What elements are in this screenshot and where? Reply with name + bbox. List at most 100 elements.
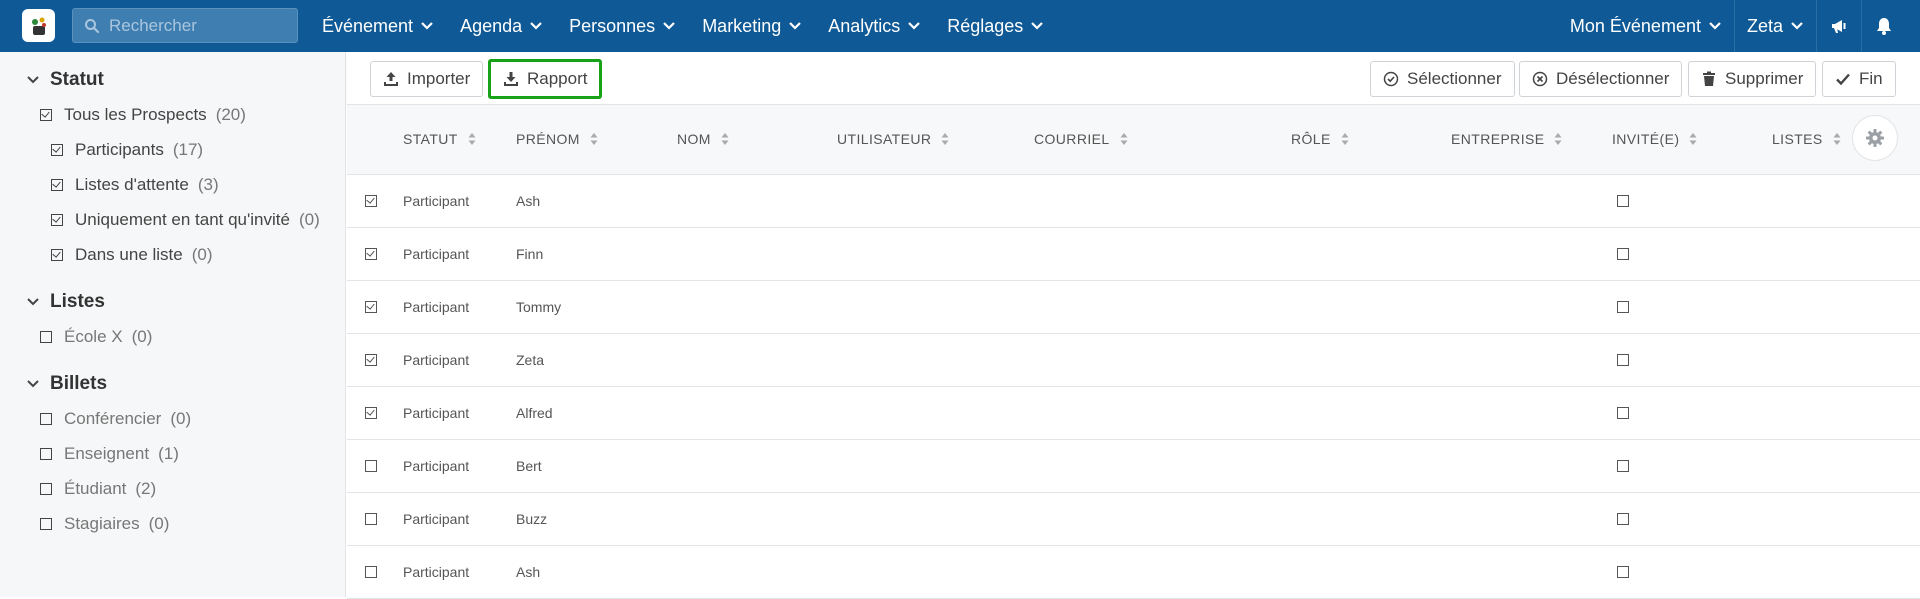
nav-agenda[interactable]: Agenda bbox=[460, 16, 543, 37]
column-label: STATUT bbox=[403, 131, 458, 147]
section-listes[interactable]: Listes bbox=[26, 291, 105, 313]
filter-uniquement-invite[interactable]: Uniquement en tant qu'invité (0) bbox=[51, 210, 320, 230]
delete-button-label: Supprimer bbox=[1725, 69, 1804, 88]
invite-checkbox[interactable] bbox=[1617, 460, 1629, 472]
filter-listes-attente[interactable]: Listes d'attente (3) bbox=[51, 175, 219, 195]
deselect-button-label: Désélectionner bbox=[1556, 69, 1670, 88]
divider bbox=[1861, 0, 1862, 52]
filter-conferencier[interactable]: Conférencier (0) bbox=[40, 409, 191, 429]
invite-checkbox[interactable] bbox=[1617, 407, 1629, 419]
table-row[interactable]: Participant Ash bbox=[347, 175, 1920, 228]
column-header-utilisateur[interactable]: UTILISATEUR bbox=[837, 131, 949, 147]
filter-stagiaires[interactable]: Stagiaires (0) bbox=[40, 514, 169, 534]
x-circle-icon bbox=[1532, 71, 1548, 87]
bell-icon[interactable] bbox=[1874, 16, 1894, 36]
checkbox[interactable] bbox=[40, 109, 52, 121]
row-select-checkbox[interactable] bbox=[365, 195, 377, 207]
invite-checkbox[interactable] bbox=[1617, 566, 1629, 578]
select-button[interactable]: Sélectionner bbox=[1370, 61, 1515, 97]
checkbox[interactable] bbox=[40, 448, 52, 460]
filter-dans-une-liste[interactable]: Dans une liste (0) bbox=[51, 245, 213, 265]
checkbox[interactable] bbox=[40, 483, 52, 495]
row-select-checkbox[interactable] bbox=[365, 354, 377, 366]
search-input[interactable] bbox=[109, 15, 289, 36]
section-statut[interactable]: Statut bbox=[26, 69, 104, 91]
cell-statut: Participant bbox=[403, 564, 470, 580]
column-header-invite[interactable]: INVITÉ(E) bbox=[1612, 131, 1697, 147]
sort-icon bbox=[1689, 133, 1697, 145]
column-header-listes[interactable]: LISTES bbox=[1772, 131, 1841, 147]
filter-tous-les-prospects[interactable]: Tous les Prospects (20) bbox=[40, 105, 246, 125]
nav-marketing[interactable]: Marketing bbox=[702, 16, 802, 37]
section-billets-title: Billets bbox=[50, 373, 108, 394]
app-logo[interactable] bbox=[22, 9, 55, 42]
nav-reglages[interactable]: Réglages bbox=[947, 16, 1044, 37]
row-select-checkbox[interactable] bbox=[365, 301, 377, 313]
table-row[interactable]: Participant Finn bbox=[347, 228, 1920, 281]
column-header-entreprise[interactable]: ENTREPRISE bbox=[1451, 131, 1562, 147]
deselect-button[interactable]: Désélectionner bbox=[1519, 61, 1683, 97]
import-button[interactable]: Importer bbox=[370, 61, 484, 97]
chevron-down-icon bbox=[27, 298, 39, 306]
cell-prenom: Finn bbox=[516, 246, 544, 262]
row-select-checkbox[interactable] bbox=[365, 248, 377, 260]
filter-participants[interactable]: Participants (17) bbox=[51, 140, 203, 160]
invite-checkbox[interactable] bbox=[1617, 354, 1629, 366]
filter-enseignent[interactable]: Enseignent (1) bbox=[40, 444, 179, 464]
search-box[interactable] bbox=[72, 8, 298, 43]
user-menu[interactable]: Zeta bbox=[1747, 16, 1804, 37]
divider bbox=[1816, 0, 1817, 52]
filter-count: (1) bbox=[158, 444, 179, 463]
megaphone-icon[interactable] bbox=[1829, 16, 1849, 36]
invite-checkbox[interactable] bbox=[1617, 195, 1629, 207]
cell-statut: Participant bbox=[403, 458, 470, 474]
filter-label: Tous les Prospects bbox=[64, 105, 207, 124]
row-select-checkbox[interactable] bbox=[365, 513, 377, 525]
section-billets[interactable]: Billets bbox=[26, 373, 107, 395]
cell-prenom: Ash bbox=[516, 564, 541, 580]
filter-count: (2) bbox=[135, 479, 157, 498]
row-select-checkbox[interactable] bbox=[365, 407, 377, 419]
cell-statut: Participant bbox=[403, 299, 470, 315]
checkbox[interactable] bbox=[51, 144, 63, 156]
table-row[interactable]: Participant Bert bbox=[347, 440, 1920, 493]
action-toolbar: Importer Rapport Sélectionner Désélectio… bbox=[347, 52, 1920, 105]
invite-checkbox[interactable] bbox=[1617, 301, 1629, 313]
table-row[interactable]: Participant Zeta bbox=[347, 334, 1920, 387]
checkbox[interactable] bbox=[51, 179, 63, 191]
row-select-checkbox[interactable] bbox=[365, 566, 377, 578]
checkbox[interactable] bbox=[40, 413, 52, 425]
table-row[interactable]: Participant Ash bbox=[347, 546, 1920, 599]
select-button-label: Sélectionner bbox=[1407, 69, 1502, 88]
filter-label: Participants bbox=[75, 140, 164, 159]
delete-button[interactable]: Supprimer bbox=[1688, 61, 1817, 97]
event-menu[interactable]: Mon Événement bbox=[1570, 16, 1722, 37]
column-header-courriel[interactable]: COURRIEL bbox=[1034, 131, 1128, 147]
checkbox[interactable] bbox=[40, 331, 52, 343]
checkbox[interactable] bbox=[51, 214, 63, 226]
column-label: COURRIEL bbox=[1034, 131, 1110, 147]
column-header-nom[interactable]: NOM bbox=[677, 131, 729, 147]
nav-analytics-label: Analytics bbox=[828, 15, 901, 36]
column-header-role[interactable]: RÔLE bbox=[1291, 131, 1349, 147]
sort-icon bbox=[1554, 133, 1562, 145]
filter-ecole-x[interactable]: École X (0) bbox=[40, 327, 152, 347]
nav-evenement[interactable]: Événement bbox=[322, 16, 434, 37]
invite-checkbox[interactable] bbox=[1617, 248, 1629, 260]
report-button[interactable]: Rapport bbox=[488, 59, 603, 99]
nav-personnes[interactable]: Personnes bbox=[569, 16, 676, 37]
nav-marketing-label: Marketing bbox=[702, 15, 782, 36]
finish-button[interactable]: Fin bbox=[1822, 61, 1896, 97]
table-row[interactable]: Participant Tommy bbox=[347, 281, 1920, 334]
table-row[interactable]: Participant Buzz bbox=[347, 493, 1920, 546]
column-settings-button[interactable] bbox=[1852, 115, 1898, 161]
column-header-prenom[interactable]: PRÉNOM bbox=[516, 131, 598, 147]
table-row[interactable]: Participant Alfred bbox=[347, 387, 1920, 440]
column-header-statut[interactable]: STATUT bbox=[403, 131, 476, 147]
filter-etudiant[interactable]: Étudiant (2) bbox=[40, 479, 156, 499]
nav-analytics[interactable]: Analytics bbox=[828, 16, 921, 37]
checkbox[interactable] bbox=[51, 249, 63, 261]
checkbox[interactable] bbox=[40, 518, 52, 530]
invite-checkbox[interactable] bbox=[1617, 513, 1629, 525]
row-select-checkbox[interactable] bbox=[365, 460, 377, 472]
